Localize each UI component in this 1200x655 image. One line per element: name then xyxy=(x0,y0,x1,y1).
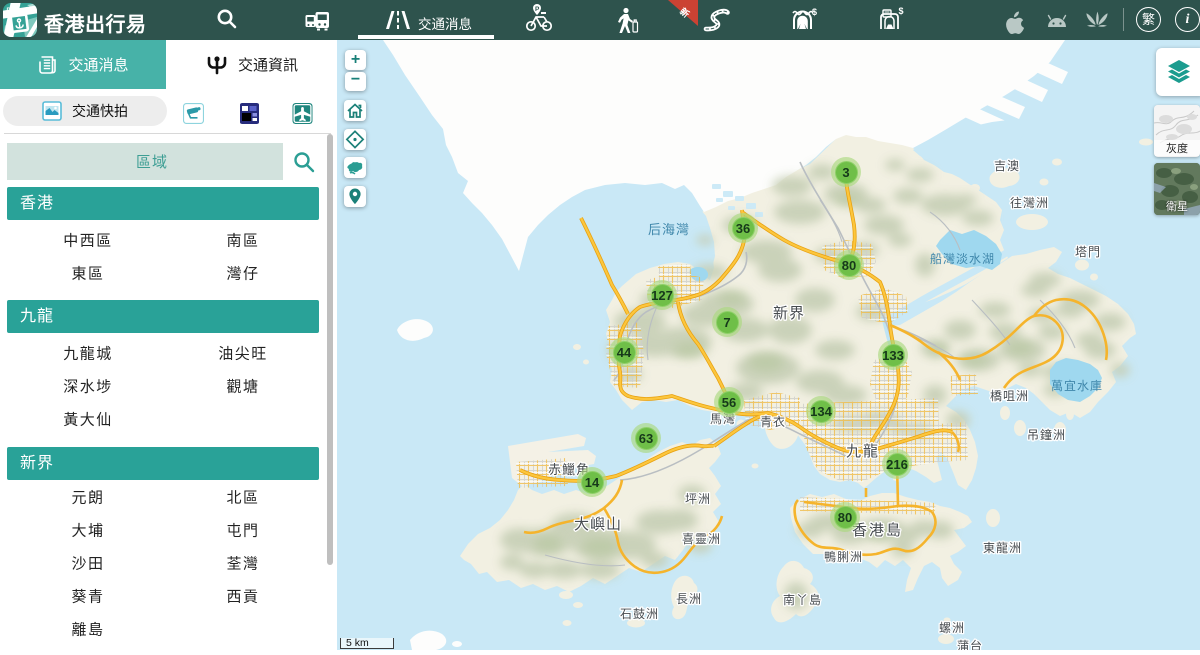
svg-text:船灣淡水湖: 船灣淡水湖 xyxy=(930,251,995,266)
svg-text:石鼓洲: 石鼓洲 xyxy=(620,607,659,621)
svg-text:南丫島: 南丫島 xyxy=(783,592,822,607)
svg-text:喜靈洲: 喜靈洲 xyxy=(682,532,721,546)
svg-text:大嶼山: 大嶼山 xyxy=(574,516,622,533)
svg-text:蒲台: 蒲台 xyxy=(957,638,983,650)
svg-text:P: P xyxy=(7,8,11,14)
svg-text:P: P xyxy=(535,6,540,13)
svg-text:$: $ xyxy=(899,6,904,16)
svg-text:青衣: 青衣 xyxy=(760,414,786,429)
svg-text:香港島: 香港島 xyxy=(852,522,903,539)
svg-text:螺洲: 螺洲 xyxy=(939,621,965,635)
svg-text:九龍: 九龍 xyxy=(846,443,880,460)
svg-text:后海灣: 后海灣 xyxy=(648,222,690,237)
svg-text:$: $ xyxy=(812,7,817,17)
svg-text:萬宜水庫: 萬宜水庫 xyxy=(1051,378,1103,393)
svg-text:吊鐘洲: 吊鐘洲 xyxy=(1027,427,1066,442)
svg-text:橋咀洲: 橋咀洲 xyxy=(990,389,1029,403)
svg-text:長洲: 長洲 xyxy=(676,592,702,606)
svg-text:鴨脷洲: 鴨脷洲 xyxy=(824,550,863,564)
svg-text:東龍洲: 東龍洲 xyxy=(983,540,1022,555)
svg-text:往灣洲: 往灣洲 xyxy=(1010,195,1049,210)
svg-text:塔門: 塔門 xyxy=(1075,245,1101,259)
svg-text:新界: 新界 xyxy=(773,305,805,322)
svg-text:吉澳: 吉澳 xyxy=(994,159,1020,173)
svg-text:坪洲: 坪洲 xyxy=(685,492,711,506)
